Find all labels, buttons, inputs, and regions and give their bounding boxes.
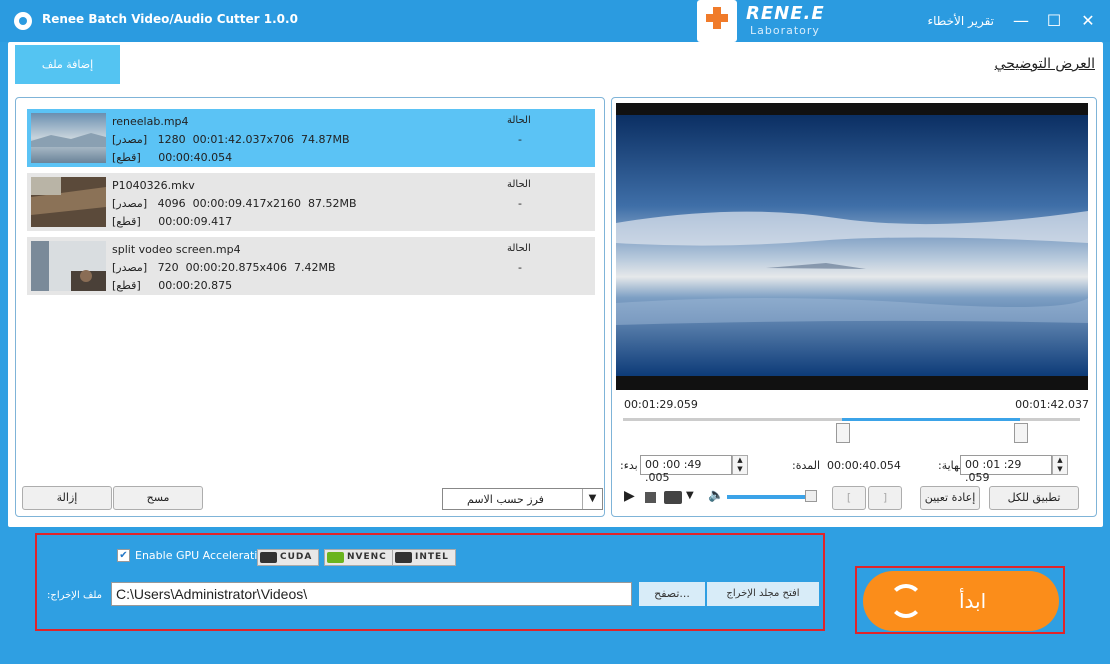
start-time-field[interactable]: 00 :00 :49 .005 bbox=[640, 455, 732, 484]
cut-label: [قطع] bbox=[112, 279, 141, 292]
file-source-info: [مصدر] 00:01:42.037 1280x706 74.87MB bbox=[112, 133, 350, 146]
output-settings: ✔ Enable GPU Acceleration CUDA NVENC INT… bbox=[35, 533, 825, 631]
file-list-panel: reneelab.mp4 [مصدر] 00:01:42.037 1280x70… bbox=[15, 97, 605, 517]
cut-duration: 00:00:20.875 bbox=[158, 279, 233, 292]
file-list-item[interactable]: reneelab.mp4 [مصدر] 00:01:42.037 1280x70… bbox=[27, 109, 595, 167]
remove-button[interactable]: إزالة bbox=[22, 486, 112, 510]
mark-in-button[interactable]: [ bbox=[832, 486, 866, 510]
apply-all-button[interactable]: تطبيق للكل bbox=[989, 486, 1079, 510]
status-header: الحالة bbox=[507, 179, 531, 190]
source-label: [مصدر] bbox=[112, 261, 148, 274]
timeline-selection bbox=[842, 418, 1020, 421]
minimize-button[interactable]: — bbox=[1010, 10, 1032, 32]
mark-out-button[interactable]: ] bbox=[868, 486, 902, 510]
file-size: 87.52MB bbox=[308, 197, 357, 210]
start-area: ابدأ bbox=[855, 566, 1065, 634]
status-header: الحالة bbox=[507, 115, 531, 126]
open-output-folder-button[interactable]: افتح مجلد الإخراج bbox=[707, 582, 819, 606]
renee-logo-icon bbox=[697, 0, 737, 42]
status-value: - bbox=[518, 197, 522, 210]
end-time-field[interactable]: 00 :01 :29 .059 bbox=[960, 455, 1052, 484]
volume-handle[interactable] bbox=[805, 490, 817, 502]
cut-duration: 00:00:09.417 bbox=[158, 215, 233, 228]
sort-select[interactable]: فرز حسب الاسم ▼ bbox=[442, 488, 603, 510]
sort-select-value: فرز حسب الاسم bbox=[467, 493, 544, 506]
status-header: الحالة bbox=[507, 243, 531, 254]
source-label: [مصدر] bbox=[112, 197, 148, 210]
camera-icon[interactable] bbox=[664, 491, 682, 504]
stop-icon[interactable] bbox=[645, 492, 656, 503]
start-handle[interactable] bbox=[836, 423, 850, 443]
volume-icon[interactable]: 🔈 bbox=[708, 488, 724, 503]
app-title: Renee Batch Video/Audio Cutter 1.0.0 bbox=[42, 12, 298, 26]
camera-dropdown-icon[interactable]: ▼ bbox=[686, 490, 694, 501]
intel-badge: INTEL bbox=[392, 549, 456, 566]
source-label: [مصدر] bbox=[112, 133, 148, 146]
timeline-track[interactable] bbox=[623, 418, 1080, 421]
output-folder-field[interactable]: C:\Users\Administrator\Videos\ bbox=[111, 582, 632, 606]
file-size: 7.42MB bbox=[294, 261, 336, 274]
video-thumbnail bbox=[31, 241, 106, 291]
gpu-checkbox[interactable]: ✔ bbox=[117, 549, 130, 562]
main-panel: إضافة ملف العرض التوضيحي reneelab.mp4 [م… bbox=[8, 42, 1103, 527]
file-size: 74.87MB bbox=[301, 133, 350, 146]
file-name: P1040326.mkv bbox=[112, 179, 195, 192]
nvenc-badge: NVENC bbox=[324, 549, 394, 566]
film-reel-icon bbox=[14, 12, 32, 30]
play-icon[interactable]: ▶ bbox=[624, 488, 635, 504]
volume-slider[interactable] bbox=[727, 495, 817, 499]
video-thumbnail bbox=[31, 113, 106, 163]
start-button[interactable]: ابدأ bbox=[863, 571, 1059, 631]
start-label: بدء: bbox=[620, 459, 638, 472]
logo-name: RENE.E bbox=[746, 3, 825, 24]
video-preview bbox=[616, 103, 1088, 390]
refresh-icon bbox=[889, 584, 923, 618]
file-name: reneelab.mp4 bbox=[112, 115, 189, 128]
end-time-spinner[interactable]: ▲ ▼ bbox=[1052, 455, 1068, 475]
start-label: ابدأ bbox=[959, 589, 987, 613]
title-bar: Renee Batch Video/Audio Cutter 1.0.0 REN… bbox=[0, 0, 1110, 42]
end-handle[interactable] bbox=[1014, 423, 1028, 443]
clear-button[interactable]: مسح bbox=[113, 486, 203, 510]
status-value: - bbox=[518, 261, 522, 274]
maximize-button[interactable]: ☐ bbox=[1043, 10, 1065, 32]
logo-subtitle: Laboratory bbox=[750, 24, 820, 37]
cut-label: [قطع] bbox=[112, 151, 141, 164]
end-label: نهاية: bbox=[938, 459, 963, 472]
total-time: 00:01:42.037 bbox=[1015, 398, 1089, 411]
gpu-label: Enable GPU Acceleration bbox=[135, 549, 272, 562]
start-time-spinner[interactable]: ▲ ▼ bbox=[732, 455, 748, 475]
source-duration: 00:01:42.037 bbox=[192, 133, 267, 146]
add-file-button[interactable]: إضافة ملف bbox=[15, 45, 120, 84]
preview-link[interactable]: العرض التوضيحي bbox=[995, 56, 1095, 72]
close-button[interactable]: ✕ bbox=[1077, 10, 1099, 32]
cut-label: [قطع] bbox=[112, 215, 141, 228]
duration-value: 00:00:40.054 bbox=[827, 459, 901, 472]
file-source-info: [مصدر] 00:00:09.417 4096x2160 87.52MB bbox=[112, 197, 357, 210]
video-thumbnail bbox=[31, 177, 106, 227]
current-time: 00:01:29.059 bbox=[624, 398, 698, 411]
cut-duration: 00:00:40.054 bbox=[158, 151, 233, 164]
file-cut-info: [قطع] 00:00:20.875 bbox=[112, 279, 232, 292]
source-duration: 00:00:09.417 bbox=[192, 197, 267, 210]
file-name: split vodeo screen.mp4 bbox=[112, 243, 241, 256]
output-folder-label: ملف الإخراج: bbox=[47, 590, 102, 601]
file-cut-info: [قطع] 00:00:09.417 bbox=[112, 215, 232, 228]
file-source-info: [مصدر] 00:00:20.875 720x406 7.42MB bbox=[112, 261, 336, 274]
chevron-down-icon: ▼ bbox=[582, 489, 602, 509]
cuda-badge: CUDA bbox=[257, 549, 320, 566]
source-duration: 00:00:20.875 bbox=[185, 261, 260, 274]
preview-panel: 00:01:29.059 00:01:42.037 بدء: 00 :00 :4… bbox=[611, 97, 1097, 517]
error-report-link[interactable]: تقرير الأخطاء bbox=[900, 14, 994, 28]
browse-button[interactable]: تصفح... bbox=[639, 582, 705, 606]
file-list-item[interactable]: P1040326.mkv [مصدر] 00:00:09.417 4096x21… bbox=[27, 173, 595, 231]
file-list-item[interactable]: split vodeo screen.mp4 [مصدر] 00:00:20.8… bbox=[27, 237, 595, 295]
reset-button[interactable]: إعادة تعيين bbox=[920, 486, 980, 510]
file-cut-info: [قطع] 00:00:40.054 bbox=[112, 151, 232, 164]
duration-label: المدة: bbox=[792, 459, 821, 472]
status-value: - bbox=[518, 133, 522, 146]
